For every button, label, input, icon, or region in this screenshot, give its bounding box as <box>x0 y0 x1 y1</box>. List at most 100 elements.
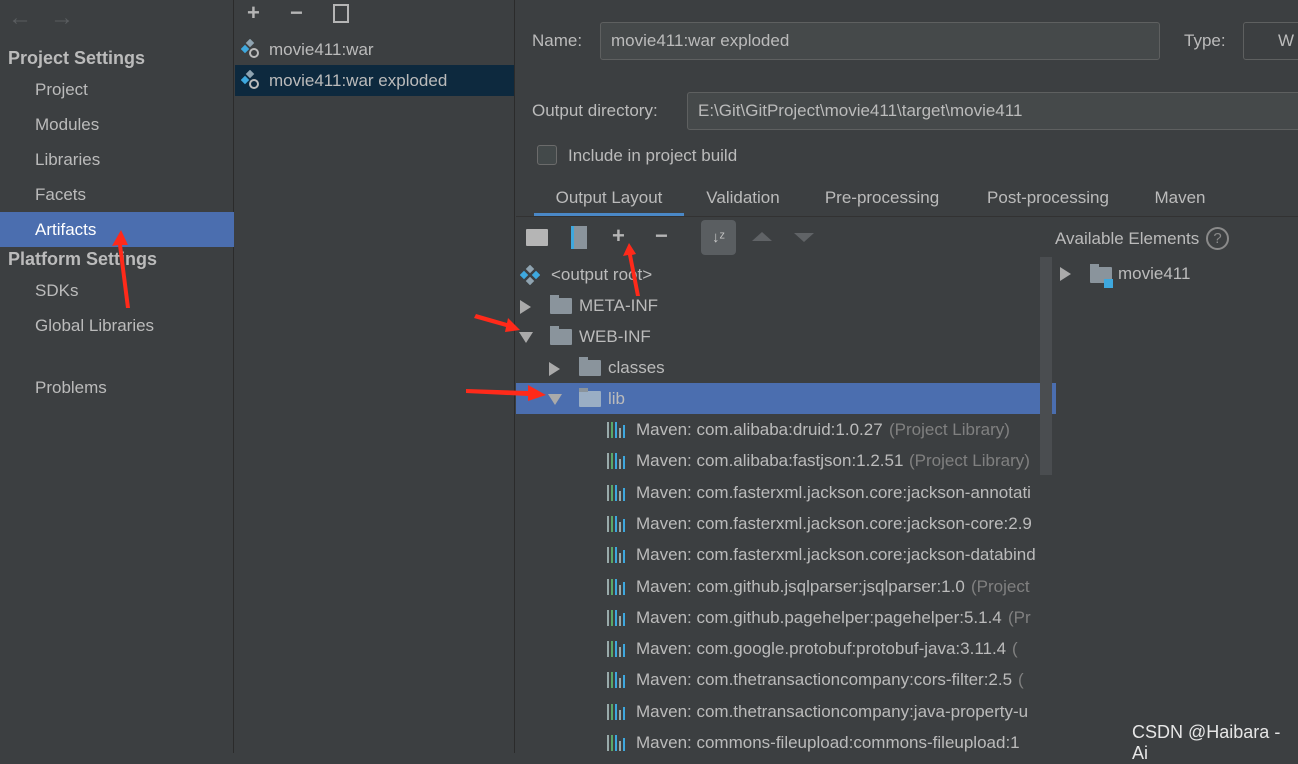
library-icon <box>607 422 631 438</box>
archive-icon[interactable] <box>571 226 587 249</box>
artifact-label: movie411:war <box>269 40 374 59</box>
tab-output-layout[interactable]: Output Layout <box>534 180 684 216</box>
collapse-icon[interactable] <box>548 394 562 405</box>
move-down-icon[interactable] <box>794 233 814 242</box>
web-artifact-icon <box>241 70 259 89</box>
available-item-label: movie411 <box>1118 264 1191 283</box>
sidebar-item-libraries[interactable]: Libraries <box>0 142 234 177</box>
type-label: Type: <box>1184 31 1226 50</box>
tree-row-classes[interactable]: classes <box>516 352 1056 383</box>
include-in-build-label: Include in project build <box>568 146 738 165</box>
tree-label: WEB-INF <box>579 327 651 346</box>
sidebar-item-sdks[interactable]: SDKs <box>0 273 234 308</box>
help-icon[interactable]: ? <box>1206 227 1229 250</box>
tree-row-library[interactable]: Maven: com.alibaba:fastjson:1.2.51 (Proj… <box>516 445 1056 476</box>
library-name: Maven: com.thetransactioncompany:cors-fi… <box>636 670 1013 690</box>
expand-icon[interactable] <box>520 300 531 314</box>
tree-row-library[interactable]: Maven: com.alibaba:druid:1.0.27 (Project… <box>516 414 1056 445</box>
tree-row-library[interactable]: Maven: commons-fileupload:commons-fileup… <box>516 727 1056 753</box>
tree-row-library[interactable]: Maven: com.google.protobuf:protobuf-java… <box>516 633 1056 664</box>
module-badge-icon <box>1104 279 1113 288</box>
tree-row-library[interactable]: Maven: com.thetransactioncompany:cors-fi… <box>516 664 1056 695</box>
output-directory-input[interactable]: E:\Git\GitProject\movie411\target\movie4… <box>687 92 1298 130</box>
move-up-icon[interactable] <box>752 232 772 241</box>
add-artifact-button[interactable]: + <box>247 0 260 26</box>
tree-row-library[interactable]: Maven: com.thetransactioncompany:java-pr… <box>516 696 1056 727</box>
folder-icon <box>550 326 572 345</box>
tree-row-web-inf[interactable]: WEB-INF <box>516 321 1056 352</box>
tree-label: lib <box>608 389 626 408</box>
available-elements-label: Available Elements <box>1055 229 1200 248</box>
watermark: CSDN @Haibara - Ai <box>1132 722 1281 763</box>
tree-label: META-INF <box>579 296 659 315</box>
add-element-button[interactable]: + <box>612 223 625 249</box>
tree-label: <output root> <box>551 265 653 284</box>
library-icon <box>607 578 631 595</box>
sort-icon[interactable]: ↓ᶻ <box>701 220 736 255</box>
library-scope: (Project <box>971 576 1030 596</box>
platform-settings-heading: Platform Settings <box>8 249 158 269</box>
library-name: Maven: com.google.protobuf:protobuf-java… <box>636 639 1007 659</box>
artifact-details: Name: movie411:war exploded Type: W Outp… <box>516 0 1298 753</box>
sidebar-item-artifacts[interactable]: Artifacts <box>0 212 234 247</box>
tree-row-library[interactable]: Maven: com.fasterxml.jackson.core:jackso… <box>516 477 1056 508</box>
sidebar-item-modules[interactable]: Modules <box>0 107 234 142</box>
tabs-divider <box>516 216 1298 217</box>
available-item-movie411[interactable]: movie411 <box>1056 259 1296 290</box>
create-directory-icon[interactable] <box>526 229 548 246</box>
tab-post-processing[interactable]: Post-processing <box>970 180 1126 216</box>
library-name: Maven: com.fasterxml.jackson.core:jackso… <box>636 482 1031 502</box>
library-scope: ( <box>1018 670 1024 690</box>
artifact-item[interactable]: movie411:war <box>235 34 514 65</box>
tree-row-output-root[interactable]: <output root> <box>516 259 1056 290</box>
tab-pre-processing[interactable]: Pre-processing <box>810 180 954 216</box>
name-input[interactable]: movie411:war exploded <box>600 22 1160 60</box>
output-root-icon <box>520 265 540 285</box>
library-name: Maven: com.thetransactioncompany:java-pr… <box>636 701 1029 721</box>
expand-icon[interactable] <box>549 362 560 376</box>
tree-label: classes <box>608 358 665 377</box>
library-name: Maven: com.github.jsqlparser:jsqlparser:… <box>636 576 965 596</box>
tab-validation[interactable]: Validation <box>688 180 798 216</box>
back-button[interactable]: ← <box>8 4 32 32</box>
sidebar-item-facets[interactable]: Facets <box>0 177 234 212</box>
library-icon <box>607 609 631 626</box>
library-scope: ( <box>1012 639 1018 659</box>
tab-maven[interactable]: Maven <box>1142 180 1218 216</box>
library-name: Maven: com.alibaba:fastjson:1.2.51 <box>636 451 904 471</box>
remove-element-button[interactable]: − <box>655 223 668 249</box>
project-settings-heading: Project Settings <box>8 48 146 68</box>
output-directory-label: Output directory: <box>532 101 658 120</box>
library-icon <box>607 484 631 501</box>
library-icon <box>607 735 631 751</box>
artifact-item-selected[interactable]: movie411:war exploded <box>235 65 514 96</box>
library-name: Maven: com.alibaba:druid:1.0.27 <box>636 420 883 439</box>
forward-button[interactable]: → <box>50 4 74 32</box>
tree-row-library[interactable]: Maven: com.fasterxml.jackson.core:jackso… <box>516 508 1056 539</box>
collapse-icon[interactable] <box>519 332 533 343</box>
library-icon <box>607 641 631 658</box>
expand-icon[interactable] <box>1060 267 1071 281</box>
tree-row-library[interactable]: Maven: com.github.pagehelper:pagehelper:… <box>516 602 1056 633</box>
remove-artifact-button[interactable]: − <box>290 0 303 26</box>
include-in-build-checkbox[interactable] <box>537 145 557 165</box>
copy-icon[interactable] <box>333 4 349 23</box>
folder-icon <box>579 388 601 407</box>
tree-row-library[interactable]: Maven: com.fasterxml.jackson.core:jackso… <box>516 539 1056 570</box>
artifacts-list-panel: + − movie411:war movie411:war exploded <box>235 0 515 753</box>
library-scope: (Project Library) <box>909 451 1030 471</box>
type-select[interactable]: W <box>1243 22 1298 60</box>
sidebar-item-project[interactable]: Project <box>0 72 234 107</box>
tree-row-library[interactable]: Maven: com.github.jsqlparser:jsqlparser:… <box>516 571 1056 602</box>
sidebar-item-global-libraries[interactable]: Global Libraries <box>0 308 234 343</box>
folder-icon <box>579 357 601 376</box>
tree-row-meta-inf[interactable]: META-INF <box>516 290 1056 321</box>
name-label: Name: <box>532 31 583 50</box>
sidebar-item-problems[interactable]: Problems <box>0 370 234 405</box>
library-icon <box>607 547 631 564</box>
tree-row-lib[interactable]: lib <box>516 383 1056 414</box>
output-layout-tree: <output root> META-INF WEB-INF classes l… <box>516 257 1056 753</box>
tree-scrollbar[interactable] <box>1040 257 1052 475</box>
web-artifact-icon <box>241 39 259 58</box>
library-name: Maven: com.fasterxml.jackson.core:jackso… <box>636 513 1032 533</box>
